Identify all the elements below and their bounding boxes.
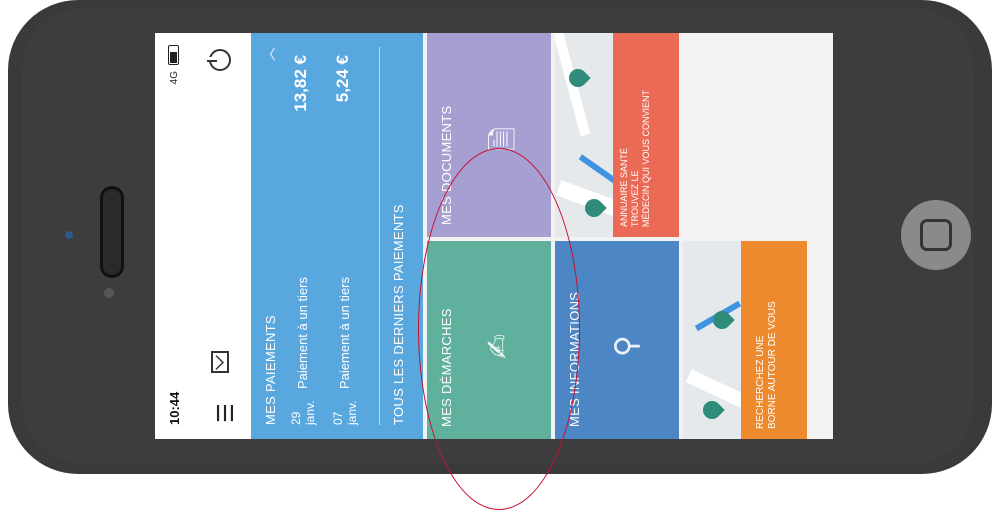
- app-bar: ☰: [195, 33, 251, 439]
- annuaire-text: ANNUAIRE SANTÉ TROUVEZ LE MÉDECIN QUI VO…: [619, 89, 651, 227]
- document-icon: 🗎: [487, 126, 520, 151]
- power-icon[interactable]: [209, 49, 231, 71]
- highlight-ellipse: [418, 148, 580, 510]
- payment-label: Paiement à un tiers: [295, 276, 310, 389]
- divider: [379, 47, 380, 425]
- phone-camera: [65, 231, 73, 239]
- phone-speaker: [100, 186, 124, 278]
- home-button[interactable]: [901, 200, 971, 270]
- status-time: 10:44: [167, 391, 182, 425]
- map-pin-icon: [699, 397, 725, 423]
- payments-panel[interactable]: MES PAIEMENTS ︿ 29 janv. Paiement à un ti…: [251, 33, 423, 439]
- tile-borne[interactable]: RECHERCHEZ UNE BORNE AUTOUR DE VOUS: [683, 241, 807, 439]
- payment-amount: 13,82 €: [291, 55, 310, 112]
- status-bar: 10:44 4G: [155, 33, 195, 439]
- chevron-up-icon[interactable]: ︿: [259, 47, 279, 61]
- all-payments-link[interactable]: TOUS LES DERNIERS PAIEMENTS: [391, 204, 406, 425]
- annuaire-overlay: ANNUAIRE SANTÉ TROUVEZ LE MÉDECIN QUI VO…: [613, 33, 679, 237]
- mail-icon[interactable]: [211, 351, 229, 373]
- payment-date: 07 janv.: [331, 400, 359, 425]
- payment-date: 29 janv.: [289, 400, 317, 425]
- person-icon: ⚲: [610, 335, 643, 357]
- payment-label: Paiement à un tiers: [337, 276, 352, 389]
- borne-overlay: RECHERCHEZ UNE BORNE AUTOUR DE VOUS: [741, 241, 807, 439]
- borne-text: RECHERCHEZ UNE BORNE AUTOUR DE VOUS: [755, 301, 778, 429]
- signal-network: 4G: [169, 71, 180, 85]
- phone-sensor: [104, 288, 114, 298]
- menu-icon[interactable]: ☰: [213, 403, 239, 423]
- payment-amount: 5,24 €: [333, 55, 352, 103]
- payment-row[interactable]: 29 janv. Paiement à un tiers 13,82 €: [289, 45, 329, 425]
- battery-icon: [168, 45, 179, 65]
- payment-row[interactable]: 07 janv. Paiement à un tiers 5,24 €: [331, 45, 371, 425]
- tile-annuaire-sante[interactable]: ANNUAIRE SANTÉ TROUVEZ LE MÉDECIN QUI VO…: [555, 33, 679, 237]
- payments-title: MES PAIEMENTS: [263, 315, 278, 425]
